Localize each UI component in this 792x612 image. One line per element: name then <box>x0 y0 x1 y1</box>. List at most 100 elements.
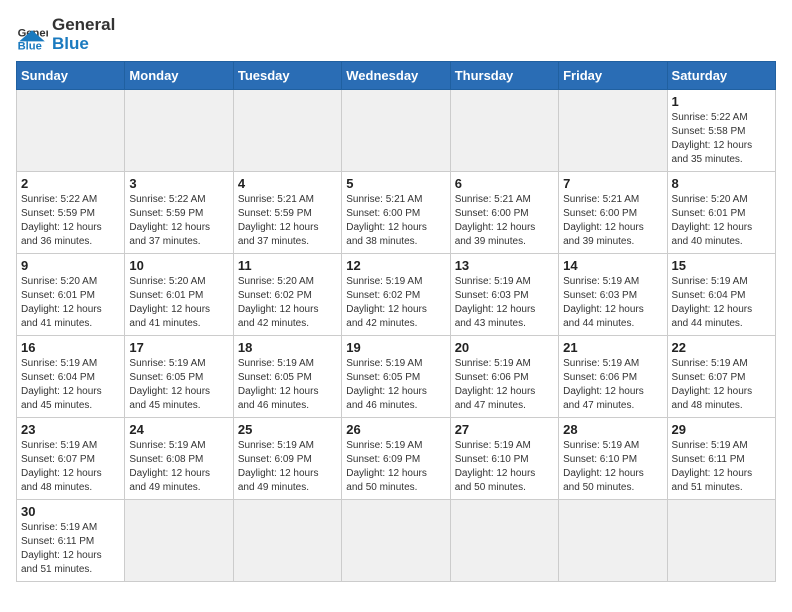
calendar-day-28: 28 Sunrise: 5:19 AM Sunset: 6:10 PM Dayli… <box>559 418 667 500</box>
day-number: 15 <box>672 258 771 273</box>
day-info: Sunrise: 5:19 AM Sunset: 6:10 PM Dayligh… <box>563 439 662 495</box>
day-number: 6 <box>455 176 554 191</box>
day-info: Sunrise: 5:19 AM Sunset: 6:09 PM Dayligh… <box>238 439 337 495</box>
day-info: Sunrise: 5:19 AM Sunset: 6:08 PM Dayligh… <box>129 439 228 495</box>
calendar-day-6: 6 Sunrise: 5:21 AM Sunset: 6:00 PM Daylig… <box>450 172 558 254</box>
day-number: 12 <box>346 258 445 273</box>
day-number: 29 <box>672 422 771 437</box>
day-number: 17 <box>129 340 228 355</box>
calendar-empty-cell <box>450 90 558 172</box>
calendar-empty-cell <box>233 90 341 172</box>
calendar-empty-cell <box>233 500 341 582</box>
logo: General Blue General Blue <box>16 16 115 53</box>
calendar-empty-cell <box>667 500 775 582</box>
calendar-day-20: 20Sunrise: 5:19 AM Sunset: 6:06 PM Dayli… <box>450 336 558 418</box>
calendar-day-11: 11Sunrise: 5:20 AM Sunset: 6:02 PM Dayli… <box>233 254 341 336</box>
day-number: 24 <box>129 422 228 437</box>
calendar-day-2: 2 Sunrise: 5:22 AM Sunset: 5:59 PM Daylig… <box>17 172 125 254</box>
calendar-day-5: 5 Sunrise: 5:21 AM Sunset: 6:00 PM Daylig… <box>342 172 450 254</box>
day-number: 13 <box>455 258 554 273</box>
calendar-day-17: 17Sunrise: 5:19 AM Sunset: 6:05 PM Dayli… <box>125 336 233 418</box>
day-number: 9 <box>21 258 120 273</box>
calendar-day-24: 24 Sunrise: 5:19 AM Sunset: 6:08 PM Dayli… <box>125 418 233 500</box>
day-info: Sunrise: 5:19 AM Sunset: 6:04 PM Dayligh… <box>21 357 120 413</box>
calendar-day-13: 13 Sunrise: 5:19 AM Sunset: 6:03 PM Dayli… <box>450 254 558 336</box>
weekday-header-sunday: Sunday <box>17 62 125 90</box>
calendar-day-1: 1 Sunrise: 5:22 AM Sunset: 5:58 PM Daylig… <box>667 90 775 172</box>
day-number: 16 <box>21 340 120 355</box>
calendar-day-27: 27 Sunrise: 5:19 AM Sunset: 6:10 PM Dayli… <box>450 418 558 500</box>
calendar-empty-cell <box>125 90 233 172</box>
day-info: Sunrise: 5:19 AM Sunset: 6:07 PM Dayligh… <box>672 357 771 413</box>
day-number: 21 <box>563 340 662 355</box>
day-info: Sunrise: 5:21 AM Sunset: 6:00 PM Dayligh… <box>346 193 445 249</box>
calendar-day-12: 12 Sunrise: 5:19 AM Sunset: 6:02 PM Dayli… <box>342 254 450 336</box>
calendar-day-18: 18 Sunrise: 5:19 AM Sunset: 6:05 PM Dayli… <box>233 336 341 418</box>
day-info: Sunrise: 5:19 AM Sunset: 6:02 PM Dayligh… <box>346 275 445 331</box>
calendar-week-row-0: 1 Sunrise: 5:22 AM Sunset: 5:58 PM Daylig… <box>17 90 776 172</box>
day-number: 14 <box>563 258 662 273</box>
weekday-header-saturday: Saturday <box>667 62 775 90</box>
day-number: 5 <box>346 176 445 191</box>
calendar-empty-cell <box>559 90 667 172</box>
day-number: 27 <box>455 422 554 437</box>
calendar-day-3: 3Sunrise: 5:22 AM Sunset: 5:59 PM Daylig… <box>125 172 233 254</box>
day-number: 7 <box>563 176 662 191</box>
page-header: General Blue General Blue <box>16 16 776 53</box>
day-info: Sunrise: 5:21 AM Sunset: 6:00 PM Dayligh… <box>563 193 662 249</box>
day-number: 26 <box>346 422 445 437</box>
calendar-day-14: 14 Sunrise: 5:19 AM Sunset: 6:03 PM Dayli… <box>559 254 667 336</box>
day-number: 10 <box>129 258 228 273</box>
day-number: 30 <box>21 504 120 519</box>
day-info: Sunrise: 5:20 AM Sunset: 6:01 PM Dayligh… <box>129 275 228 331</box>
weekday-header-thursday: Thursday <box>450 62 558 90</box>
logo-icon: General Blue <box>16 19 48 51</box>
day-info: Sunrise: 5:19 AM Sunset: 6:03 PM Dayligh… <box>455 275 554 331</box>
weekday-header-wednesday: Wednesday <box>342 62 450 90</box>
calendar-day-10: 10 Sunrise: 5:20 AM Sunset: 6:01 PM Dayli… <box>125 254 233 336</box>
day-info: Sunrise: 5:19 AM Sunset: 6:03 PM Dayligh… <box>563 275 662 331</box>
calendar-day-25: 25 Sunrise: 5:19 AM Sunset: 6:09 PM Dayli… <box>233 418 341 500</box>
day-number: 28 <box>563 422 662 437</box>
calendar-day-21: 21 Sunrise: 5:19 AM Sunset: 6:06 PM Dayli… <box>559 336 667 418</box>
calendar-day-30: 30 Sunrise: 5:19 AM Sunset: 6:11 PM Dayli… <box>17 500 125 582</box>
calendar-week-row-3: 16 Sunrise: 5:19 AM Sunset: 6:04 PM Dayli… <box>17 336 776 418</box>
calendar-day-19: 19Sunrise: 5:19 AM Sunset: 6:05 PM Dayli… <box>342 336 450 418</box>
day-info: Sunrise: 5:19 AM Sunset: 6:07 PM Dayligh… <box>21 439 120 495</box>
calendar-week-row-5: 30 Sunrise: 5:19 AM Sunset: 6:11 PM Dayli… <box>17 500 776 582</box>
day-number: 2 <box>21 176 120 191</box>
day-number: 22 <box>672 340 771 355</box>
svg-text:Blue: Blue <box>18 40 42 51</box>
day-info: Sunrise: 5:20 AM Sunset: 6:01 PM Dayligh… <box>21 275 120 331</box>
day-info: Sunrise: 5:19 AM Sunset: 6:09 PM Dayligh… <box>346 439 445 495</box>
calendar-week-row-2: 9 Sunrise: 5:20 AM Sunset: 6:01 PM Daylig… <box>17 254 776 336</box>
day-number: 18 <box>238 340 337 355</box>
day-info: Sunrise: 5:19 AM Sunset: 6:11 PM Dayligh… <box>672 439 771 495</box>
calendar-empty-cell <box>342 90 450 172</box>
day-info: Sunrise: 5:21 AM Sunset: 6:00 PM Dayligh… <box>455 193 554 249</box>
day-info: Sunrise: 5:22 AM Sunset: 5:58 PM Dayligh… <box>672 111 771 167</box>
calendar-day-29: 29 Sunrise: 5:19 AM Sunset: 6:11 PM Dayli… <box>667 418 775 500</box>
weekday-header-friday: Friday <box>559 62 667 90</box>
calendar-week-row-4: 23Sunrise: 5:19 AM Sunset: 6:07 PM Dayli… <box>17 418 776 500</box>
day-info: Sunrise: 5:19 AM Sunset: 6:04 PM Dayligh… <box>672 275 771 331</box>
day-number: 4 <box>238 176 337 191</box>
calendar-empty-cell <box>17 90 125 172</box>
calendar-day-9: 9 Sunrise: 5:20 AM Sunset: 6:01 PM Daylig… <box>17 254 125 336</box>
weekday-header-row: SundayMondayTuesdayWednesdayThursdayFrid… <box>17 62 776 90</box>
day-info: Sunrise: 5:20 AM Sunset: 6:01 PM Dayligh… <box>672 193 771 249</box>
day-info: Sunrise: 5:19 AM Sunset: 6:11 PM Dayligh… <box>21 521 120 577</box>
day-info: Sunrise: 5:19 AM Sunset: 6:06 PM Dayligh… <box>563 357 662 413</box>
day-number: 3 <box>129 176 228 191</box>
day-info: Sunrise: 5:19 AM Sunset: 6:05 PM Dayligh… <box>238 357 337 413</box>
day-info: Sunrise: 5:20 AM Sunset: 6:02 PM Dayligh… <box>238 275 337 331</box>
calendar-empty-cell <box>342 500 450 582</box>
day-info: Sunrise: 5:19 AM Sunset: 6:10 PM Dayligh… <box>455 439 554 495</box>
day-number: 1 <box>672 94 771 109</box>
calendar-empty-cell <box>125 500 233 582</box>
calendar-day-15: 15 Sunrise: 5:19 AM Sunset: 6:04 PM Dayli… <box>667 254 775 336</box>
calendar-day-22: 22 Sunrise: 5:19 AM Sunset: 6:07 PM Dayli… <box>667 336 775 418</box>
day-info: Sunrise: 5:22 AM Sunset: 5:59 PM Dayligh… <box>21 193 120 249</box>
calendar-table: SundayMondayTuesdayWednesdayThursdayFrid… <box>16 61 776 582</box>
day-number: 25 <box>238 422 337 437</box>
